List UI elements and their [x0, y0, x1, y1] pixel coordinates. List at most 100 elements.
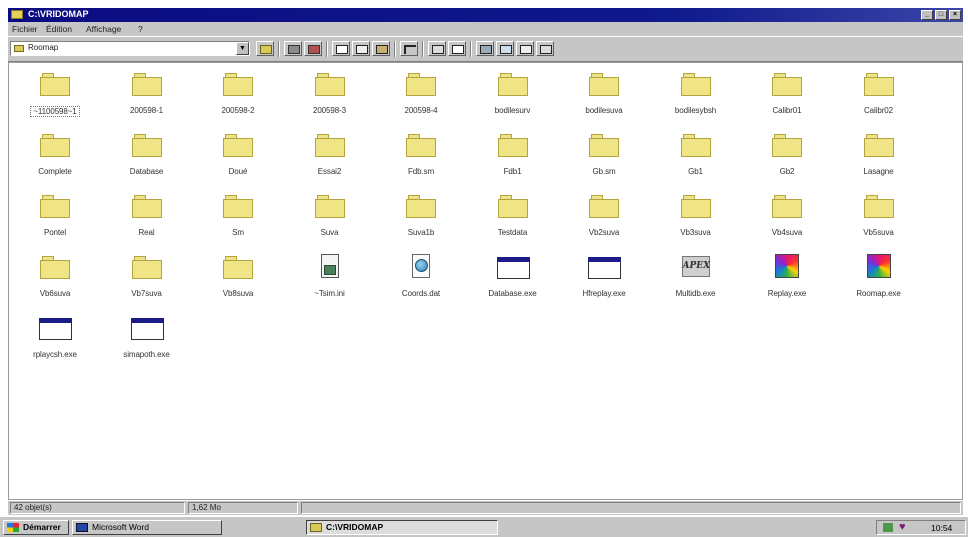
file-item[interactable]: Vb3suva [652, 193, 740, 237]
heart-icon[interactable]: ♥ [899, 521, 906, 533]
file-item[interactable]: 200598-2 [194, 71, 282, 115]
file-item[interactable]: Calibr01 [743, 71, 831, 115]
map-drive-button[interactable] [284, 41, 302, 56]
file-item[interactable]: 200598-3 [286, 71, 374, 115]
file-label: Testdata [497, 228, 528, 237]
file-item[interactable]: Fdb.sm [377, 132, 465, 176]
file-label: Pontel [43, 228, 67, 237]
clock[interactable]: 10:54 [931, 523, 952, 533]
file-item[interactable]: Essai2 [286, 132, 374, 176]
folder-icon [313, 193, 347, 219]
file-label: Fdb1 [503, 167, 522, 176]
file-item[interactable]: bodilesurv [469, 71, 557, 115]
chevron-down-icon[interactable]: ▼ [236, 42, 249, 55]
file-item[interactable]: Suva [286, 193, 374, 237]
title-bar[interactable]: C:\VRIDOMAP _ □ × [8, 8, 963, 22]
file-item[interactable]: Vb7suva [103, 254, 191, 298]
file-item[interactable]: Gb.sm [560, 132, 648, 176]
folder-icon [404, 132, 438, 158]
folder-icon [38, 132, 72, 158]
file-item[interactable]: ~Tsim.ini [286, 254, 374, 298]
maximize-button[interactable]: □ [935, 10, 947, 20]
file-item[interactable]: Calibr02 [835, 71, 923, 115]
file-label: Vb5suva [863, 228, 894, 237]
file-item[interactable]: APEX Multidb.exe [652, 254, 740, 298]
file-item[interactable]: Testdata [469, 193, 557, 237]
file-item[interactable]: Vb5suva [835, 193, 923, 237]
file-item[interactable]: Fdb1 [469, 132, 557, 176]
file-item[interactable]: bodilesybsh [652, 71, 740, 115]
details-view-button[interactable] [536, 41, 554, 56]
file-item[interactable]: Vb8suva [194, 254, 282, 298]
folder-icon [862, 71, 896, 97]
network-icon[interactable] [883, 523, 893, 532]
file-item[interactable]: Database [103, 132, 191, 176]
minimize-button[interactable]: _ [921, 10, 933, 20]
folder-icon [404, 71, 438, 97]
file-item[interactable]: Gb2 [743, 132, 831, 176]
small-icons-button[interactable] [496, 41, 514, 56]
file-item[interactable]: Vb2suva [560, 193, 648, 237]
up-folder-button[interactable] [256, 41, 274, 56]
file-label: Essai2 [317, 167, 342, 176]
address-value: Roomap [28, 43, 59, 52]
paste-button[interactable] [372, 41, 390, 56]
file-item[interactable]: Roomap.exe [835, 254, 923, 298]
file-item[interactable]: Coords.dat [377, 254, 465, 298]
file-item[interactable]: bodilesuva [560, 71, 648, 115]
file-item[interactable]: Pontel [11, 193, 99, 237]
menu-help[interactable]: ? [138, 24, 143, 34]
menu-affichage[interactable]: Affichage [86, 24, 121, 34]
file-list-pane[interactable]: ~1100598~1 200598-1 200598-2 200598-3 200598… [8, 62, 963, 500]
status-empty [301, 502, 961, 514]
file-item[interactable]: Database.exe [469, 254, 557, 298]
menu-edition[interactable]: Édition [46, 24, 72, 34]
file-item[interactable]: Sm [194, 193, 282, 237]
file-item[interactable]: 200598-1 [103, 71, 191, 115]
file-item[interactable]: Complete [11, 132, 99, 176]
task-explorer-vridomap[interactable]: C:\VRIDOMAP [306, 520, 498, 535]
file-item[interactable]: Suva1b [377, 193, 465, 237]
address-dropdown[interactable]: Roomap ▼ [10, 41, 250, 56]
file-item[interactable]: simapoth.exe [103, 315, 191, 359]
task-microsoft-word[interactable]: Microsoft Word [72, 520, 222, 535]
folder-icon [130, 254, 164, 280]
copy-button[interactable] [352, 41, 370, 56]
toolbar: Roomap ▼ [8, 36, 963, 62]
file-item[interactable]: Vb4suva [743, 193, 831, 237]
file-item[interactable]: Replay.exe [743, 254, 831, 298]
file-label: bodilesurv [494, 106, 531, 115]
file-item[interactable]: 200598-4 [377, 71, 465, 115]
window-title: C:\VRIDOMAP [28, 9, 89, 19]
replay-app-icon [770, 254, 804, 280]
file-label: Gb1 [688, 167, 703, 176]
folder-icon [862, 193, 896, 219]
file-label: 200598-4 [404, 106, 438, 115]
menu-fichier[interactable]: Fichier [12, 24, 38, 34]
disconnect-drive-button[interactable] [304, 41, 322, 56]
replay-app-icon [862, 254, 896, 280]
file-item[interactable]: ~1100598~1 [11, 71, 99, 117]
large-icons-button[interactable] [476, 41, 494, 56]
close-button[interactable]: × [949, 10, 961, 20]
cut-button[interactable] [332, 41, 350, 56]
start-label: Démarrer [23, 522, 61, 532]
file-item[interactable]: rplaycsh.exe [11, 315, 99, 359]
system-tray: ♥ 10:54 [876, 520, 966, 535]
file-label: Suva [320, 228, 339, 237]
file-item[interactable]: Lasagne [835, 132, 923, 176]
file-label: Vb2suva [588, 228, 620, 237]
list-view-button[interactable] [516, 41, 534, 56]
start-button[interactable]: Démarrer [3, 520, 69, 535]
folder-icon [404, 193, 438, 219]
properties-button[interactable] [448, 41, 466, 56]
file-item[interactable]: Hfreplay.exe [560, 254, 648, 298]
file-label: ~1100598~1 [30, 106, 80, 117]
file-item[interactable]: Gb1 [652, 132, 740, 176]
folder-icon [770, 132, 804, 158]
delete-button[interactable] [428, 41, 446, 56]
file-item[interactable]: Real [103, 193, 191, 237]
undo-button[interactable] [400, 41, 418, 56]
file-item[interactable]: Vb6suva [11, 254, 99, 298]
file-item[interactable]: Doué [194, 132, 282, 176]
